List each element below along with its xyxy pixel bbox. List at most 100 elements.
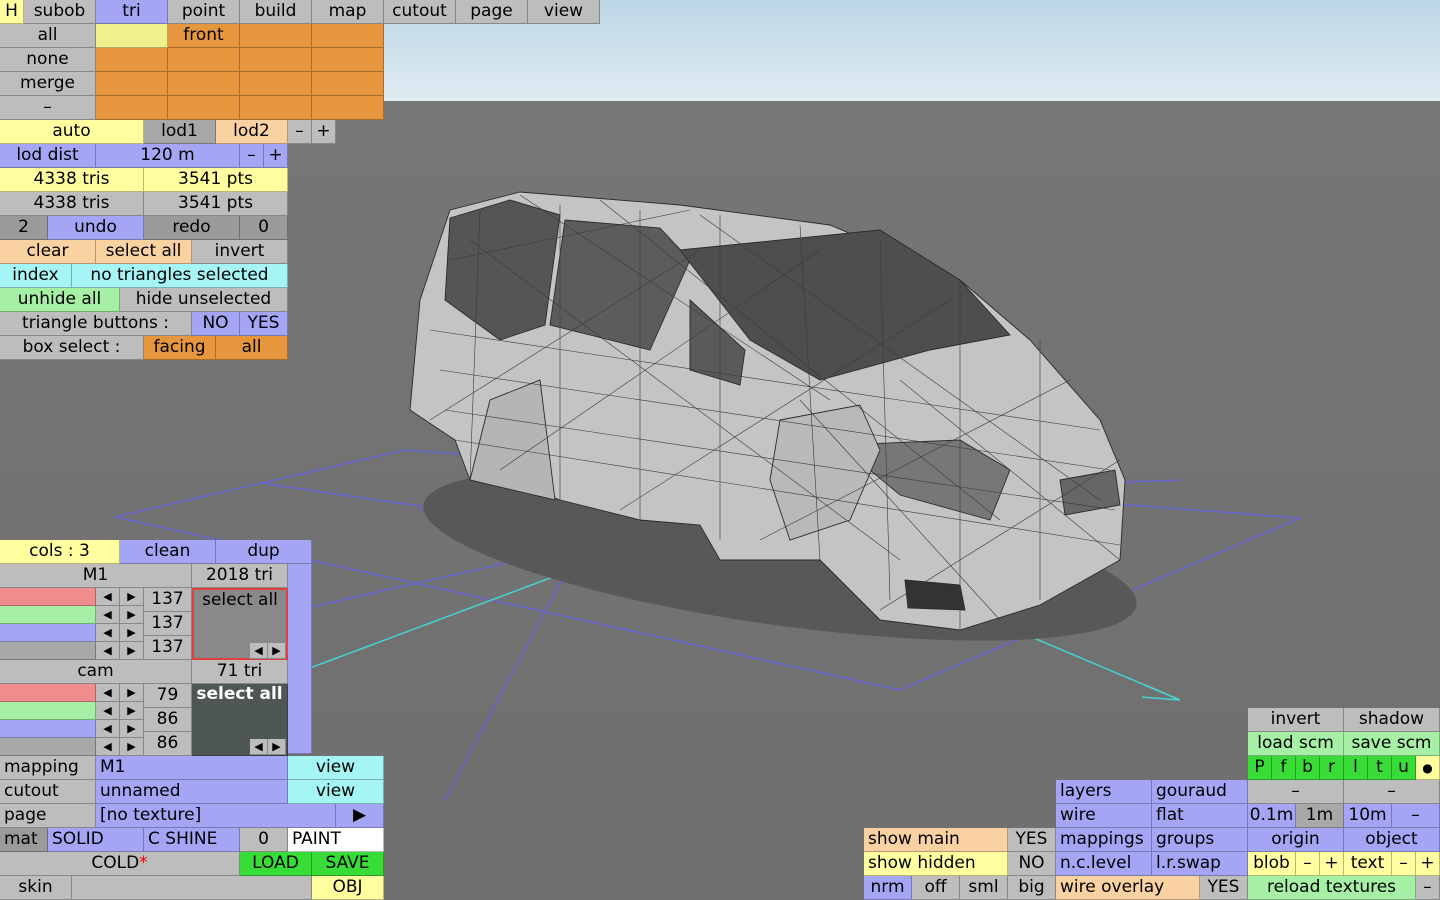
grid-minus-button[interactable]: – xyxy=(1392,804,1440,828)
hide-unselected-button[interactable]: hide unselected xyxy=(120,288,288,312)
cam-alpha-slider[interactable] xyxy=(0,738,96,756)
invert-selection-button[interactable]: invert xyxy=(192,240,288,264)
save-scm-button[interactable]: save scm xyxy=(1344,732,1440,756)
invert-view-button[interactable]: invert xyxy=(1248,708,1344,732)
paint-button[interactable]: PAINT xyxy=(288,828,384,852)
view-persp-button[interactable]: P xyxy=(1248,756,1272,780)
tab-build[interactable]: build xyxy=(240,0,312,24)
grid-dash-left[interactable]: – xyxy=(1248,780,1344,804)
cam-red-right-arrow[interactable]: ▶ xyxy=(120,684,144,702)
select-set-slot[interactable] xyxy=(312,72,384,96)
m1-green-right-arrow[interactable]: ▶ xyxy=(120,606,144,624)
select-set-slot[interactable] xyxy=(240,72,312,96)
nclevel-button[interactable]: n.c.level xyxy=(1056,852,1152,876)
select-set-slot[interactable] xyxy=(312,96,384,120)
select-set-slot[interactable] xyxy=(240,96,312,120)
grid-10m-button[interactable]: 10m xyxy=(1344,804,1392,828)
select-set-slot[interactable] xyxy=(240,48,312,72)
cam-green-slider[interactable] xyxy=(0,702,96,720)
tab-h[interactable]: H xyxy=(0,0,24,24)
pivot-object-button[interactable]: object xyxy=(1344,828,1440,852)
select-set-slot[interactable] xyxy=(240,24,312,48)
merge-button[interactable]: merge xyxy=(0,72,96,96)
view-right-button[interactable]: r xyxy=(1320,756,1344,780)
cam-blue-right-arrow[interactable]: ▶ xyxy=(120,720,144,738)
unhide-all-button[interactable]: unhide all xyxy=(0,288,120,312)
view-under-button[interactable]: u xyxy=(1392,756,1416,780)
tab-tri[interactable]: tri xyxy=(96,0,168,24)
view-front-button[interactable]: f xyxy=(1272,756,1296,780)
cam-blue-slider[interactable] xyxy=(0,720,96,738)
box-select-all[interactable]: all xyxy=(216,336,288,360)
show-hidden-toggle[interactable]: NO xyxy=(1008,852,1056,876)
lrswap-button[interactable]: l.r.swap xyxy=(1152,852,1248,876)
cutout-view-button[interactable]: view xyxy=(288,780,384,804)
skin-field[interactable] xyxy=(72,876,312,900)
cam-alpha-right-arrow[interactable]: ▶ xyxy=(120,738,144,756)
lod-auto-button[interactable]: auto xyxy=(0,120,144,144)
m1-red-right-arrow[interactable]: ▶ xyxy=(120,588,144,606)
grid-dash-right[interactable]: – xyxy=(1344,780,1440,804)
m1-select-all-label[interactable]: select all xyxy=(202,590,278,609)
reload-minus-button[interactable]: – xyxy=(1416,876,1440,900)
m1-green-left-arrow[interactable]: ◀ xyxy=(96,606,120,624)
normals-nrm-button[interactable]: nrm xyxy=(864,876,912,900)
m1-alpha-left-arrow[interactable]: ◀ xyxy=(96,642,120,660)
lod-minus-button[interactable]: – xyxy=(288,120,312,144)
normals-off-button[interactable]: off xyxy=(912,876,960,900)
view-dot-button[interactable]: ● xyxy=(1416,756,1440,780)
text-minus-button[interactable]: – xyxy=(1392,852,1416,876)
page-next-button[interactable]: ▶ xyxy=(336,804,384,828)
reload-textures-button[interactable]: reload textures xyxy=(1248,876,1416,900)
load-button[interactable]: LOAD xyxy=(240,852,312,876)
pivot-origin-button[interactable]: origin xyxy=(1248,828,1344,852)
tab-page[interactable]: page xyxy=(456,0,528,24)
select-set-slot[interactable] xyxy=(96,96,168,120)
m1-blue-left-arrow[interactable]: ◀ xyxy=(96,624,120,642)
lod-dist-plus-button[interactable]: + xyxy=(264,144,288,168)
m1-green-slider[interactable] xyxy=(0,606,96,624)
cam-red-left-arrow[interactable]: ◀ xyxy=(96,684,120,702)
lod2-button[interactable]: lod2 xyxy=(216,120,288,144)
subtract-button[interactable]: – xyxy=(0,96,96,120)
groups-button[interactable]: groups xyxy=(1152,828,1248,852)
m1-red-left-arrow[interactable]: ◀ xyxy=(96,588,120,606)
cam-swatch-right-arrow[interactable]: ▶ xyxy=(268,739,286,755)
tab-view[interactable]: view xyxy=(528,0,600,24)
blob-minus-button[interactable]: – xyxy=(1296,852,1320,876)
normals-big-button[interactable]: big xyxy=(1008,876,1056,900)
cam-red-slider[interactable] xyxy=(0,684,96,702)
text-plus-button[interactable]: + xyxy=(1416,852,1440,876)
select-set-slot[interactable] xyxy=(168,48,240,72)
page-value[interactable]: [no texture] xyxy=(96,804,336,828)
box-select-facing[interactable]: facing xyxy=(144,336,216,360)
select-set-slot[interactable] xyxy=(96,48,168,72)
cam-green-left-arrow[interactable]: ◀ xyxy=(96,702,120,720)
material-cam-name[interactable]: cam xyxy=(0,660,192,684)
grid-1m-button[interactable]: 1m xyxy=(1296,804,1344,828)
dup-button[interactable]: dup xyxy=(216,540,312,564)
normals-sml-button[interactable]: sml xyxy=(960,876,1008,900)
cold-button[interactable]: COLD * xyxy=(0,852,240,876)
lod-plus-button[interactable]: + xyxy=(312,120,336,144)
cam-alpha-left-arrow[interactable]: ◀ xyxy=(96,738,120,756)
tab-subob[interactable]: subob xyxy=(24,0,96,24)
cam-blue-left-arrow[interactable]: ◀ xyxy=(96,720,120,738)
material-scrollbar[interactable] xyxy=(288,564,312,754)
redo-button[interactable]: redo xyxy=(144,216,240,240)
undo-button[interactable]: undo xyxy=(48,216,144,240)
cam-green-right-arrow[interactable]: ▶ xyxy=(120,702,144,720)
select-all-button[interactable]: all xyxy=(0,24,96,48)
select-set-slot[interactable] xyxy=(96,72,168,96)
tab-map[interactable]: map xyxy=(312,0,384,24)
m1-blue-right-arrow[interactable]: ▶ xyxy=(120,624,144,642)
select-none-button[interactable]: none xyxy=(0,48,96,72)
select-set-slot[interactable] xyxy=(312,48,384,72)
material-m1-name[interactable]: M1 xyxy=(0,564,192,588)
m1-alpha-right-arrow[interactable]: ▶ xyxy=(120,642,144,660)
layers-button[interactable]: layers xyxy=(1056,780,1152,804)
cam-select-all-label[interactable]: select all xyxy=(196,684,282,703)
cshine-button[interactable]: C SHINE xyxy=(144,828,240,852)
select-set-slot[interactable] xyxy=(168,72,240,96)
cutout-value[interactable]: unnamed xyxy=(96,780,288,804)
